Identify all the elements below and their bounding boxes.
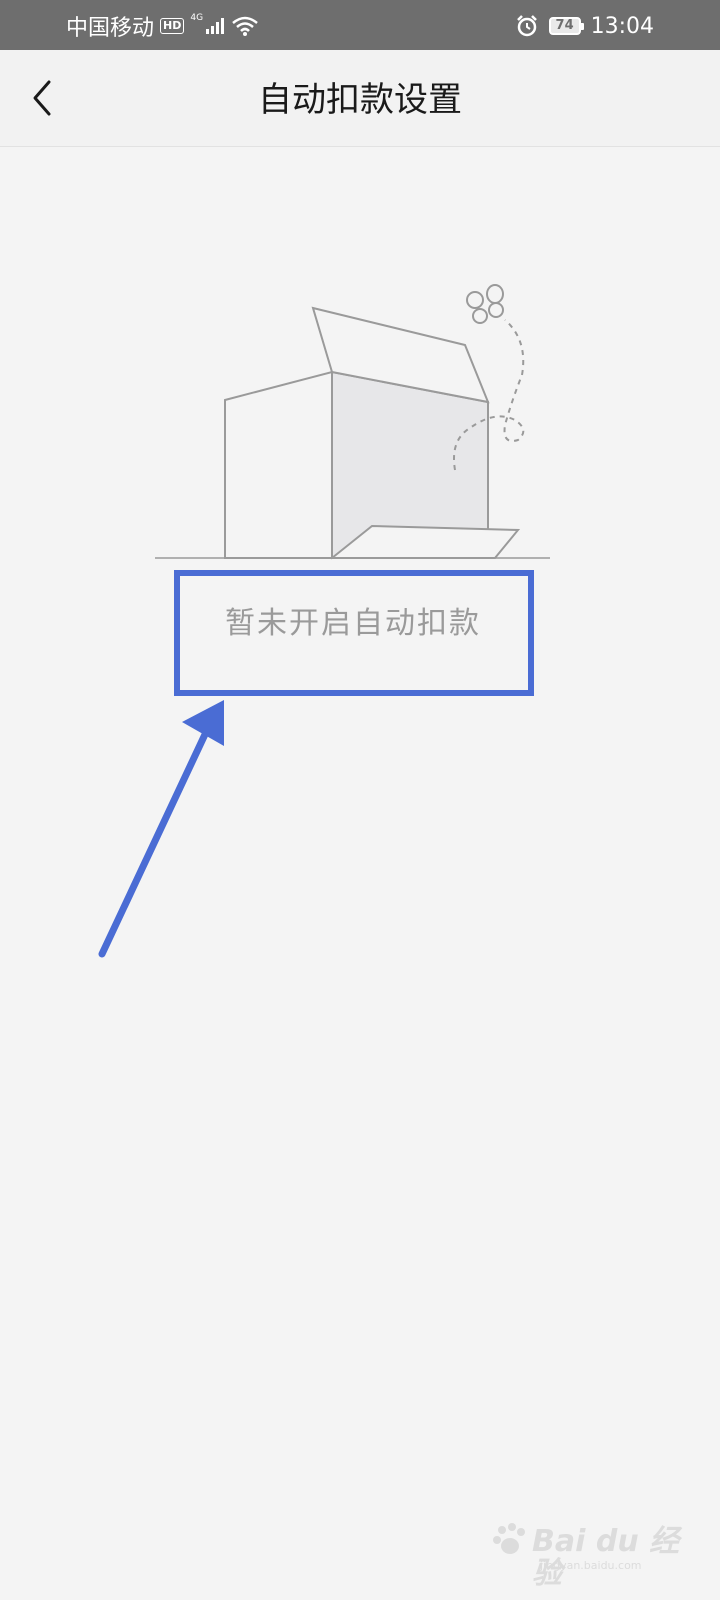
empty-box-illustration [155,284,550,560]
annotation-arrow [98,700,224,958]
wifi-icon [232,16,258,36]
nav-bar: 自动扣款设置 [0,50,720,147]
alarm-icon [516,15,537,37]
status-right: 74 13:04 [515,12,654,40]
network-type: 4G [190,13,204,23]
signal-icon [206,18,225,34]
status-bar: 中国移动 HD 4G 74 13:04 [0,0,720,50]
status-time: 13:04 [590,13,654,39]
baidu-watermark: Bai du 经验 jingyan.baidu.com [490,1516,680,1590]
butterfly-graphic [466,284,504,324]
highlight-box [174,570,534,696]
battery-indicator: 74 [548,17,584,35]
watermark-text: Bai du 经验 [532,1524,680,1591]
carrier-name: 中国移动 [66,16,155,41]
watermark-subtext: jingyan.baidu.com [540,1559,642,1572]
page-title: 自动扣款设置 [258,80,462,120]
hd-badge: HD [160,18,185,34]
paw-logo-icon [493,1523,525,1554]
status-left: 中国移动 HD 4G [66,12,259,41]
